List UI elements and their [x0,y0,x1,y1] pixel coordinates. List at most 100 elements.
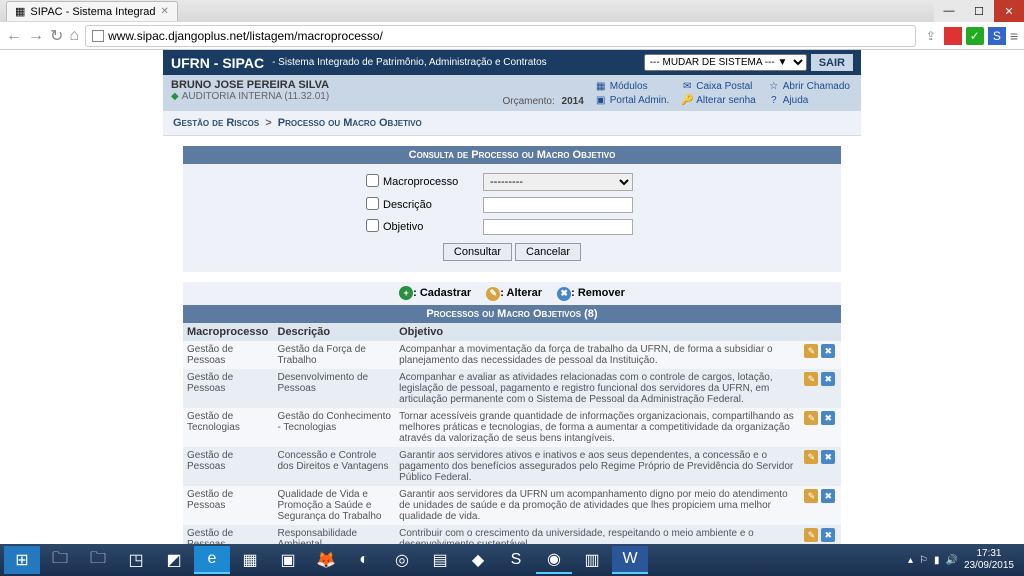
task-skype[interactable]: S [498,546,534,574]
task-file-explorer[interactable]: 🗀 [42,546,78,574]
close-icon[interactable]: ✕ [161,6,169,17]
row-edit-button[interactable]: ✎ [804,344,818,358]
link-modulos[interactable]: ▦Módulos [592,79,672,93]
window-maximize[interactable]: ☐ [964,0,994,22]
query-form: Consulta de Processo ou Macro Objetivo M… [163,136,861,282]
site-subtitle: - Sistema Integrado de Patrimônio, Admin… [272,57,547,68]
link-caixa-postal[interactable]: ✉Caixa Postal [678,79,758,93]
task-word[interactable]: W [612,546,648,574]
select-macroprocesso[interactable]: --------- [483,173,633,191]
row-edit-button[interactable]: ✎ [804,528,818,542]
cell-objetivo: Acompanhar e avaliar as atividades relac… [395,369,800,408]
row-delete-button[interactable]: ✖ [821,372,835,386]
task-app-8[interactable]: ◆ [460,546,496,574]
table-row: Gestão de PessoasConcessão e Controle do… [183,447,841,486]
budget-year: 2014 [562,96,584,107]
breadcrumb-item-1[interactable]: Gestão de Riscos [173,117,259,129]
mailbox-icon: ✉ [681,80,693,92]
extension-icon[interactable]: ✓ [966,27,984,45]
share-icon[interactable]: ⇪ [922,27,940,45]
tray-network-icon[interactable]: ▮ [934,555,940,566]
task-app-4[interactable]: ▣ [270,546,306,574]
home-button[interactable]: ⌂ [69,27,79,45]
input-objetivo[interactable] [483,219,633,235]
link-ajuda[interactable]: ?Ajuda [765,93,853,107]
link-abrir-chamado[interactable]: ☆Abrir Chamado [765,79,853,93]
back-button[interactable]: ← [6,27,22,45]
row-edit-button[interactable]: ✎ [804,450,818,464]
link-alterar-senha[interactable]: 🔑Alterar senha [678,93,758,107]
password-icon: 🔑 [681,94,693,106]
chk-objetivo[interactable] [366,219,379,232]
logout-button[interactable]: SAIR [811,54,853,71]
task-app-3[interactable]: ▦ [232,546,268,574]
page-icon [92,30,104,42]
table-row: Gestão de TecnologiasGestão do Conhecime… [183,408,841,447]
cell-descricao: Gestão da Força de Trabalho [274,341,396,369]
table-row: Gestão de PessoasDesenvolvimento de Pess… [183,369,841,408]
label-objetivo: Objetivo [383,221,483,233]
user-department: AUDITORIA INTERNA (11.32.01) [171,91,502,102]
ticket-icon: ☆ [768,80,780,92]
task-app-2[interactable]: ◩ [156,546,192,574]
tray-up-icon[interactable]: ▴ [908,555,913,566]
adblock-icon[interactable] [944,27,962,45]
row-delete-button[interactable]: ✖ [821,528,835,542]
task-app-7[interactable]: ▤ [422,546,458,574]
task-app-5[interactable]: ◐ [346,546,382,574]
add-icon: + [399,286,413,300]
row-delete-button[interactable]: ✖ [821,344,835,358]
label-descricao: Descrição [383,199,483,211]
cell-descricao: Qualidade de Vida e Promoção a Saúde e S… [274,486,396,525]
link-portal-admin[interactable]: ▣Portal Admin. [592,93,672,107]
chk-descricao[interactable] [366,197,379,210]
row-delete-button[interactable]: ✖ [821,489,835,503]
th-macroprocesso: Macroprocesso [183,323,274,341]
browser-tab[interactable]: ▦ SIPAC - Sistema Integrad ✕ [6,1,178,21]
breadcrumb: Gestão de Riscos > Processo ou Macro Obj… [163,111,861,136]
cancelar-button[interactable]: Cancelar [515,243,581,261]
task-folder[interactable]: 🗀 [80,546,116,574]
cell-objetivo: Garantir aos servidores ativos e inativo… [395,447,800,486]
row-delete-button[interactable]: ✖ [821,411,835,425]
th-descricao: Descrição [274,323,396,341]
window-minimize[interactable]: — [934,0,964,22]
row-edit-button[interactable]: ✎ [804,372,818,386]
task-firefox[interactable]: 🦊 [308,546,344,574]
tray-flag-icon[interactable]: ⚐ [919,555,928,566]
cell-macroprocesso: Gestão de Pessoas [183,525,274,545]
row-edit-button[interactable]: ✎ [804,411,818,425]
modules-icon: ▦ [595,80,607,92]
row-delete-button[interactable]: ✖ [821,450,835,464]
reload-button[interactable]: ↻ [50,26,63,46]
cell-descricao: Concessão e Controle dos Direitos e Vant… [274,447,396,486]
table-row: Gestão de PessoasQualidade de Vida e Pro… [183,486,841,525]
menu-icon[interactable]: ≡ [1010,28,1018,44]
url-bar[interactable]: www.sipac.djangoplus.net/listagem/macrop… [85,25,916,47]
cell-macroprocesso: Gestão de Pessoas [183,341,274,369]
cell-descricao: Responsabilidade Ambiental [274,525,396,545]
task-ie[interactable]: e [194,546,230,574]
admin-icon: ▣ [595,94,607,106]
task-chrome[interactable]: ◉ [536,546,572,574]
user-name: BRUNO JOSE PEREIRA SILVA [171,79,502,91]
taskbar-clock[interactable]: 17:31 23/09/2015 [964,548,1014,572]
tray-volume-icon[interactable]: 🔊 [945,555,957,566]
start-button[interactable]: ⊞ [4,546,40,574]
extension-icon-2[interactable]: S [988,27,1006,45]
system-tray[interactable]: ▴ ⚐ ▮ 🔊 17:31 23/09/2015 [908,548,1020,572]
user-info-bar: BRUNO JOSE PEREIRA SILVA AUDITORIA INTER… [163,75,861,111]
consultar-button[interactable]: Consultar [443,243,512,261]
breadcrumb-item-2: Processo ou Macro Objetivo [278,117,422,129]
cell-objetivo: Garantir aos servidores da UFRN um acomp… [395,486,800,525]
chk-macroprocesso[interactable] [366,174,379,187]
window-close[interactable]: ✕ [994,0,1024,22]
system-select[interactable]: --- MUDAR DE SISTEMA --- ▼ [644,54,807,71]
row-edit-button[interactable]: ✎ [804,489,818,503]
task-app-1[interactable]: ◳ [118,546,154,574]
input-descricao[interactable] [483,197,633,213]
task-app-9[interactable]: ▥ [574,546,610,574]
forward-button[interactable]: → [28,27,44,45]
url-text: www.sipac.djangoplus.net/listagem/macrop… [108,29,383,43]
task-app-6[interactable]: ◎ [384,546,420,574]
